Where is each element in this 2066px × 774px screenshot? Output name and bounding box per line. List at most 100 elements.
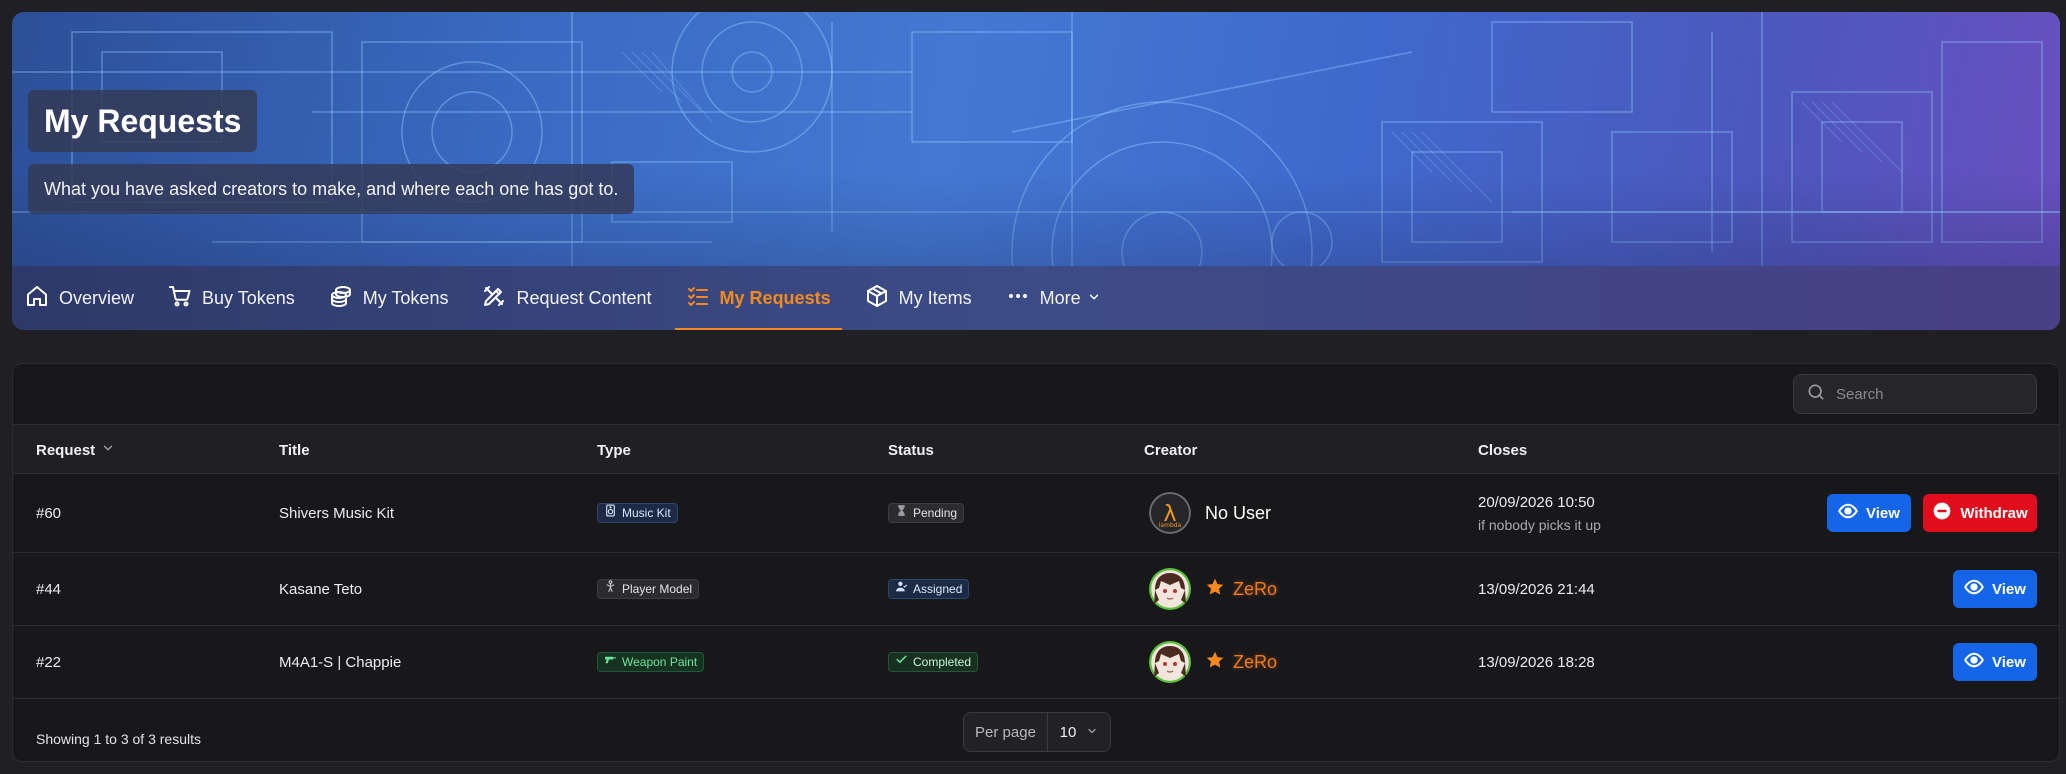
table-row: #22 M4A1-S | Chappie Weapon Paint Comple… xyxy=(13,626,2059,699)
type-badge: Player Model xyxy=(597,579,700,599)
badge-label: Player Model xyxy=(622,582,693,596)
nav-label: My Tokens xyxy=(362,287,449,308)
column-label: Type xyxy=(597,441,631,459)
column-header-title: Title xyxy=(279,425,310,475)
check-icon xyxy=(895,652,908,672)
per-page-select[interactable]: 10 xyxy=(1048,713,1110,751)
page-subtitle: What you have asked creators to make, an… xyxy=(28,164,635,214)
hourglass-icon xyxy=(895,503,908,523)
creator-name: No User xyxy=(1205,502,1272,523)
chevron-down-icon xyxy=(1089,288,1101,309)
badge-label: Assigned xyxy=(913,582,963,596)
list-checks-icon xyxy=(686,284,710,313)
button-label: View xyxy=(1992,580,2026,598)
nav-label: Overview xyxy=(59,287,135,308)
column-header-creator: Creator xyxy=(1144,425,1197,475)
request-title: Shivers Music Kit xyxy=(279,504,395,522)
column-label: Status xyxy=(888,441,934,459)
closes-date: 13/09/2026 18:28 xyxy=(1478,653,1595,671)
column-header-type: Type xyxy=(597,425,631,475)
status-badge: Pending xyxy=(888,503,965,523)
table-header: Request Title Type Status Creator Closes xyxy=(13,424,2059,475)
per-page-label: Per page xyxy=(964,713,1048,751)
request-title: M4A1-S | Chappie xyxy=(279,653,402,671)
column-header-closes: Closes xyxy=(1478,425,1527,475)
nav-label: Buy Tokens xyxy=(202,287,295,308)
column-label: Closes xyxy=(1478,441,1528,459)
user-check-icon xyxy=(895,579,908,599)
nav-my-items[interactable]: My Items xyxy=(854,266,983,330)
badge-label: Pending xyxy=(913,506,958,520)
view-button[interactable]: View xyxy=(1953,643,2037,681)
search-input[interactable] xyxy=(1836,385,2026,403)
home-icon xyxy=(25,284,49,313)
badge-label: Music Kit xyxy=(622,506,671,520)
sort-chevron-icon xyxy=(101,441,115,459)
type-badge: Music Kit xyxy=(597,503,678,523)
column-label: Request xyxy=(36,441,96,459)
request-id: #44 xyxy=(36,580,62,598)
status-badge: Assigned xyxy=(888,579,970,599)
search-box[interactable] xyxy=(1793,374,2037,414)
requests-panel: Request Title Type Status Creator Closes… xyxy=(12,363,2060,762)
view-button[interactable]: View xyxy=(1953,570,2037,608)
status-badge: Completed xyxy=(888,652,979,672)
nav-buy-tokens[interactable]: Buy Tokens xyxy=(157,266,306,330)
chevron-down-icon xyxy=(1086,724,1098,741)
withdraw-button[interactable]: Withdraw xyxy=(1923,494,2037,532)
coins-icon xyxy=(329,284,353,313)
star-icon xyxy=(1191,577,1225,601)
button-label: View xyxy=(1866,504,1900,522)
column-label: Creator xyxy=(1144,441,1198,459)
avatar xyxy=(1149,641,1191,683)
type-badge: Weapon Paint xyxy=(597,652,705,672)
nav-my-tokens[interactable]: My Tokens xyxy=(318,266,460,330)
nav-more[interactable]: More xyxy=(995,266,1112,330)
eye-icon xyxy=(1964,650,1984,674)
results-summary: Showing 1 to 3 of 3 results xyxy=(36,731,201,747)
column-header-status: Status xyxy=(888,425,934,475)
nav-label: My Items xyxy=(898,287,972,308)
column-header-request[interactable]: Request xyxy=(36,425,115,475)
section-nav: Overview Buy Tokens My Tokens Request Co… xyxy=(12,266,2060,330)
eye-icon xyxy=(1964,577,1984,601)
page-title: My Requests xyxy=(28,90,258,152)
star-icon xyxy=(1191,650,1225,674)
minus-circle-icon xyxy=(1932,501,1952,525)
avatar: λ lambda xyxy=(1149,492,1191,534)
avatar xyxy=(1149,568,1191,610)
view-button[interactable]: View xyxy=(1827,494,1911,532)
button-label: Withdraw xyxy=(1960,504,2028,522)
cart-icon xyxy=(168,284,192,313)
closes-note: if nobody picks it up xyxy=(1478,516,1601,533)
request-id: #60 xyxy=(36,504,62,522)
pencil-ruler-icon xyxy=(482,284,506,313)
badge-label: Weapon Paint xyxy=(622,655,698,669)
column-label: Title xyxy=(279,441,310,459)
creator-name: ZeRo xyxy=(1233,651,1278,672)
nav-label: More xyxy=(1039,287,1081,308)
nav-label: Request Content xyxy=(516,287,652,308)
closes-date: 20/09/2026 10:50 xyxy=(1478,493,1595,511)
request-title: Kasane Teto xyxy=(279,580,363,598)
speaker-icon xyxy=(604,503,617,523)
search-icon xyxy=(1806,382,1826,407)
closes-date: 13/09/2026 21:44 xyxy=(1478,580,1595,598)
per-page-control: Per page 10 xyxy=(963,712,1111,752)
eye-icon xyxy=(1838,501,1858,525)
svg-text:lambda: lambda xyxy=(1159,522,1182,529)
ellipsis-icon xyxy=(1006,284,1030,313)
box-icon xyxy=(865,284,889,313)
spray-gun-icon xyxy=(604,652,617,672)
table-row: #44 Kasane Teto Player Model Assigned Ze… xyxy=(13,553,2059,626)
request-id: #22 xyxy=(36,653,62,671)
player-icon xyxy=(604,579,617,599)
per-page-value: 10 xyxy=(1059,723,1077,741)
button-label: View xyxy=(1992,653,2026,671)
page-header: My Requests What you have asked creators… xyxy=(12,12,2060,330)
nav-overview[interactable]: Overview xyxy=(14,266,145,330)
badge-label: Completed xyxy=(913,655,972,669)
nav-label: My Requests xyxy=(719,287,831,308)
nav-request-content[interactable]: Request Content xyxy=(471,266,662,330)
nav-my-requests[interactable]: My Requests xyxy=(674,266,842,330)
